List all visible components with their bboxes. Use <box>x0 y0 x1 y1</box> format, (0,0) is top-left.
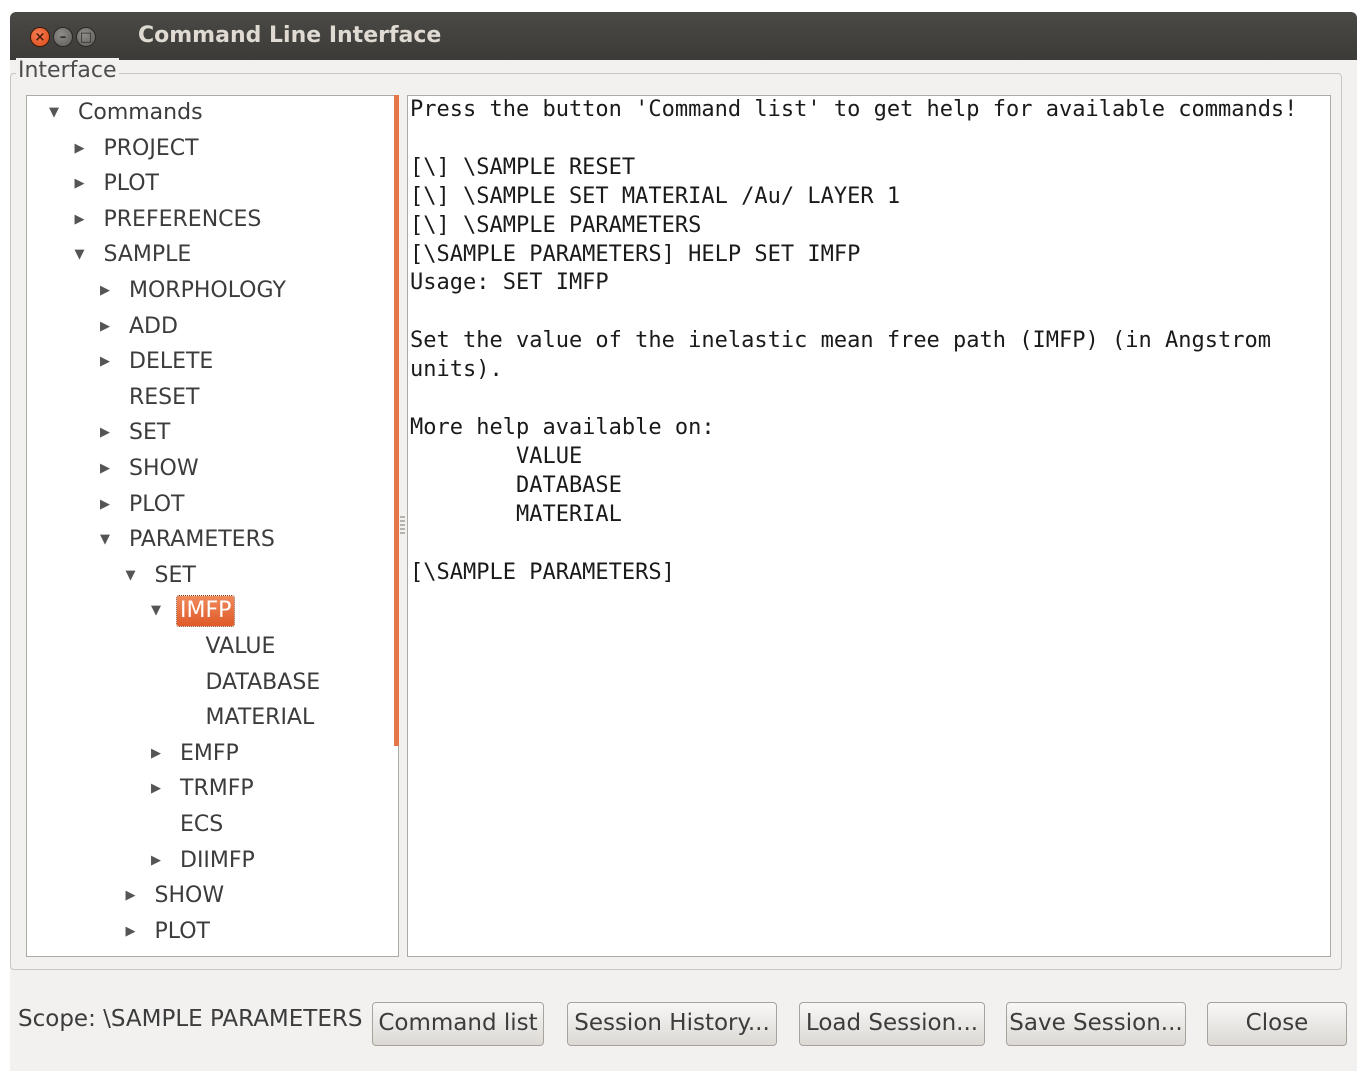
tree-item-value[interactable]: VALUE <box>177 630 279 664</box>
expand-arrow-right-icon[interactable]: ▶ <box>100 274 126 308</box>
minimize-window-button[interactable]: – <box>53 27 73 47</box>
expand-arrow-down-icon[interactable]: ▼ <box>75 238 101 272</box>
tree-item-preferences[interactable]: ▶ PREFERENCES <box>75 203 265 237</box>
command-tree[interactable]: ▼ Commands ▶ PROJECT ▶ PLOT ▶ PREFERENCES ▼ SAMPL… <box>26 95 399 957</box>
tree-item-reset[interactable]: RESET <box>100 381 203 415</box>
tree-item-parameters[interactable]: ▼ PARAMETERS <box>100 523 278 557</box>
tree-item-material[interactable]: MATERIAL <box>177 701 318 735</box>
tree-item-label: SHOW <box>129 456 199 481</box>
expand-arrow-right-icon[interactable]: ▶ <box>75 132 101 166</box>
expand-arrow-right-icon[interactable]: ▶ <box>151 737 177 771</box>
tree-item-label: PLOT <box>154 918 211 944</box>
tree-item-imfp[interactable]: ▼ IMFP <box>151 594 236 628</box>
tree-scrollbar[interactable] <box>394 95 399 746</box>
tree-item-set[interactable]: ▶ SET <box>100 416 173 450</box>
command-list-button[interactable]: Command list <box>372 1002 544 1046</box>
tree-item-label: PARAMETERS <box>129 527 275 553</box>
expand-arrow-right-icon[interactable]: ▶ <box>75 203 101 237</box>
tree-item-ecs[interactable]: ECS <box>151 808 226 842</box>
tree-item-show[interactable]: ▶ SHOW <box>100 452 202 486</box>
tree-item-label: VALUE <box>205 634 276 659</box>
tree-item-label: ADD <box>129 313 178 339</box>
tree-item-label: SHOW <box>154 883 225 909</box>
tree-item-label: PREFERENCES <box>103 206 262 232</box>
expand-arrow-right-icon[interactable]: ▶ <box>100 310 126 344</box>
expand-arrow-right-icon[interactable]: ▶ <box>151 772 177 806</box>
tree-item-add[interactable]: ▶ ADD <box>100 310 181 344</box>
tree-item-label: SET <box>154 562 196 588</box>
tree-item-delete[interactable]: ▶ DELETE <box>100 345 216 379</box>
tree-item-plot[interactable]: ▶ PLOT <box>100 488 188 522</box>
tree-item-label: SAMPLE <box>103 242 192 268</box>
tree-item-plot[interactable]: ▶ PLOT <box>126 915 214 949</box>
tree-item-plot[interactable]: ▶ PLOT <box>75 167 163 201</box>
expand-arrow-down-icon[interactable]: ▼ <box>49 96 75 130</box>
tree-item-label: MORPHOLOGY <box>129 278 286 303</box>
tree-item-label: PLOT <box>103 171 160 197</box>
expand-arrow-down-icon[interactable]: ▼ <box>100 523 126 557</box>
tree-item-label: DATABASE <box>205 669 321 695</box>
tree-item-label: DELETE <box>129 349 214 375</box>
expand-arrow-right-icon[interactable]: ▶ <box>75 167 101 201</box>
window-title: Command Line Interface <box>138 23 442 48</box>
session-history-button[interactable]: Session History... <box>567 1002 777 1046</box>
tree-item-label: RESET <box>129 384 200 410</box>
tree-item-project[interactable]: ▶ PROJECT <box>75 132 202 166</box>
maximize-window-button[interactable]: □ <box>76 27 96 47</box>
tree-item-label: MATERIAL <box>205 705 315 731</box>
save-session-button[interactable]: Save Session... <box>1006 1002 1186 1046</box>
title-bar[interactable]: × – □ Command Line Interface <box>10 12 1357 60</box>
tree-item-label: IMFP <box>175 595 236 628</box>
output-console[interactable]: Press the button 'Command list' to get h… <box>407 95 1331 957</box>
tree-item-set[interactable]: ▼ SET <box>126 559 199 593</box>
tree-item-label: ECS <box>180 812 224 837</box>
tree-item-diimfp[interactable]: ▶ DIIMFP <box>151 844 258 878</box>
tree-item-label: DIIMFP <box>180 847 255 873</box>
output-text: Press the button 'Command list' to get h… <box>410 97 1298 585</box>
close-window-button[interactable]: × <box>30 27 50 47</box>
expand-arrow-right-icon[interactable]: ▶ <box>100 345 126 379</box>
expand-arrow-right-icon[interactable]: ▶ <box>100 452 126 486</box>
scope-label: Scope: \SAMPLE PARAMETERS <box>18 1006 363 1032</box>
tree-item-label: PLOT <box>129 491 185 517</box>
tree-item-emfp[interactable]: ▶ EMFP <box>151 737 242 771</box>
tree-item-label: SET <box>129 420 171 446</box>
tree-item-label: Commands <box>78 100 203 125</box>
expand-arrow-right-icon[interactable]: ▶ <box>126 879 152 913</box>
tree-item-sample[interactable]: ▼ SAMPLE <box>75 238 195 272</box>
close-button[interactable]: Close <box>1207 1002 1347 1046</box>
tree-item-label: TRMFP <box>180 776 254 802</box>
tree-item-trmfp[interactable]: ▶ TRMFP <box>151 772 257 806</box>
tree-item-label: PROJECT <box>103 135 199 161</box>
expand-arrow-right-icon[interactable]: ▶ <box>126 915 152 949</box>
tree-item-database[interactable]: DATABASE <box>177 666 324 700</box>
expand-arrow-right-icon[interactable]: ▶ <box>100 416 126 450</box>
expand-arrow-down-icon[interactable]: ▼ <box>151 594 177 628</box>
load-session-button[interactable]: Load Session... <box>799 1002 985 1046</box>
expand-arrow-right-icon[interactable]: ▶ <box>151 844 177 878</box>
tree-item-show[interactable]: ▶ SHOW <box>126 879 228 913</box>
tree-item-commands[interactable]: ▼ Commands <box>49 96 206 130</box>
interface-group-title: Interface <box>16 58 119 83</box>
tree-item-label: EMFP <box>180 740 239 766</box>
tree-item-morphology[interactable]: ▶ MORPHOLOGY <box>100 274 289 308</box>
expand-arrow-down-icon[interactable]: ▼ <box>126 559 152 593</box>
expand-arrow-right-icon[interactable]: ▶ <box>100 488 126 522</box>
splitter-handle[interactable] <box>400 516 405 536</box>
